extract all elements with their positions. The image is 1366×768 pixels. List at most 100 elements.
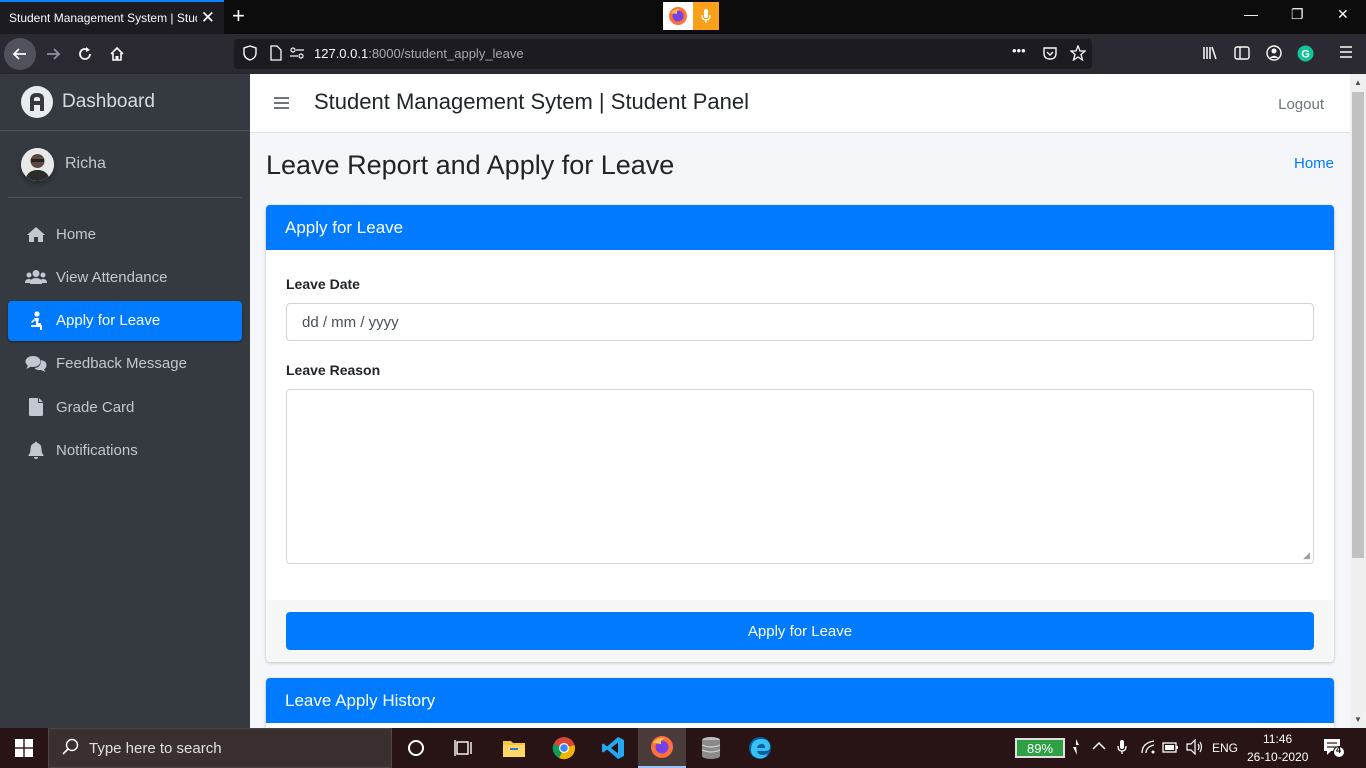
- notification-center-icon[interactable]: 4: [1323, 738, 1345, 761]
- svg-text:G: G: [1301, 49, 1310, 61]
- power-icon[interactable]: [1162, 739, 1180, 758]
- resize-grip-icon[interactable]: ◢: [1303, 550, 1310, 561]
- breadcrumb-home[interactable]: Home: [1294, 155, 1334, 172]
- reload-icon[interactable]: [69, 38, 101, 70]
- vscode-icon[interactable]: [589, 728, 637, 768]
- close-tab-icon[interactable]: ✕: [201, 8, 215, 28]
- app-menu-icon[interactable]: [1339, 45, 1353, 63]
- taskbar: Type here to search 89% ENG 11:46 26-10-…: [0, 728, 1366, 768]
- firefox-icon: [663, 2, 693, 30]
- microphone-tray-icon[interactable]: [1117, 739, 1127, 758]
- bookmark-star-icon[interactable]: [1069, 44, 1087, 64]
- chrome-icon[interactable]: [540, 728, 588, 768]
- sidebar-menu: Home View Attendance Apply for Leave Fee…: [0, 214, 250, 470]
- leave-history-card: Leave Apply History: [266, 678, 1334, 728]
- scroll-up-icon[interactable]: ▲: [1350, 74, 1366, 90]
- task-view-icon[interactable]: [440, 728, 488, 768]
- windows-start-icon[interactable]: [0, 728, 48, 768]
- notification-count: 4: [1336, 745, 1342, 755]
- url-bar[interactable]: 127.0.0.1:8000/student_apply_leave •••: [234, 39, 1092, 69]
- logout-link[interactable]: Logout: [1278, 96, 1324, 113]
- plug-icon[interactable]: [1072, 739, 1080, 758]
- permissions-icon[interactable]: [289, 45, 305, 64]
- scrollbar-thumb[interactable]: [1352, 92, 1364, 558]
- restore-icon[interactable]: ❐: [1291, 6, 1304, 23]
- leave-reason-label: Leave Reason: [286, 362, 381, 378]
- sidebar-item-home[interactable]: Home: [8, 214, 242, 254]
- leave-date-input[interactable]: dd / mm / yyyy: [286, 303, 1314, 341]
- leave-date-label: Leave Date: [286, 276, 360, 292]
- search-icon: [62, 738, 79, 758]
- library-icon[interactable]: [1202, 45, 1218, 65]
- sidebar-item-label: Feedback Message: [56, 355, 187, 373]
- file-explorer-icon[interactable]: [490, 728, 538, 768]
- url-text[interactable]: 127.0.0.1:8000/student_apply_leave: [314, 46, 524, 61]
- card-footer: Apply for Leave: [266, 600, 1334, 662]
- clock-date[interactable]: 26-10-2020: [1247, 750, 1308, 764]
- app-title: Student Management Sytem | Student Panel: [314, 89, 749, 114]
- firefox-taskbar-icon[interactable]: [638, 728, 686, 768]
- sidebar-item-notifications[interactable]: Notifications: [8, 430, 242, 470]
- forward-icon[interactable]: [37, 38, 69, 70]
- taskbar-search[interactable]: Type here to search: [48, 728, 392, 768]
- main-header: Student Management Sytem | Student Panel…: [250, 74, 1350, 133]
- home-icon[interactable]: [101, 38, 133, 70]
- menu-toggle-icon[interactable]: [274, 96, 289, 113]
- microphone-icon: [693, 2, 719, 30]
- sidebar-item-label: Home: [56, 225, 97, 243]
- chevron-up-icon[interactable]: [1092, 739, 1106, 756]
- sidebar-item-feedback-message[interactable]: Feedback Message: [8, 344, 242, 384]
- leave-history-card-title: Leave Apply History: [266, 678, 1334, 723]
- page-title: Leave Report and Apply for Leave: [266, 150, 675, 180]
- sidebar-item-label: View Attendance: [56, 268, 168, 286]
- pocket-icon[interactable]: [1042, 45, 1058, 64]
- back-icon[interactable]: [4, 38, 36, 70]
- cortana-icon[interactable]: [392, 728, 440, 768]
- battery-indicator[interactable]: 89%: [1015, 738, 1065, 758]
- sidebar-item-apply-for-leave[interactable]: Apply for Leave: [8, 300, 242, 341]
- sidebar-item-grade-card[interactable]: Grade Card: [8, 387, 242, 427]
- sidebar-item-label: Notifications: [56, 441, 138, 459]
- search-placeholder: Type here to search: [89, 739, 222, 757]
- comments-icon: [25, 354, 47, 374]
- volume-icon[interactable]: [1186, 738, 1204, 758]
- home-icon: [25, 224, 47, 244]
- sidebar: Dashboard Richa Home View Attendance App…: [0, 74, 250, 728]
- account-icon[interactable]: [1266, 45, 1282, 65]
- sidebar-toggle-icon[interactable]: [1234, 45, 1250, 65]
- minimize-icon[interactable]: —: [1244, 6, 1258, 22]
- close-window-icon[interactable]: ✕: [1337, 6, 1349, 23]
- sidebar-item-view-attendance[interactable]: View Attendance: [8, 257, 242, 297]
- grammarly-icon[interactable]: G: [1297, 45, 1314, 66]
- users-icon: [25, 267, 47, 287]
- scroll-down-icon[interactable]: ▼: [1350, 711, 1366, 727]
- wifi-icon[interactable]: [1140, 739, 1156, 758]
- browser-tab[interactable]: Student Management System | Student Pane…: [0, 0, 224, 34]
- new-tab-icon[interactable]: +: [232, 3, 245, 29]
- browser-tab-bar: Student Management System | Student Pane…: [0, 0, 1366, 34]
- more-actions-icon[interactable]: •••: [1012, 43, 1026, 58]
- sharing-indicator[interactable]: [663, 2, 719, 30]
- brand-logo-icon: [21, 86, 53, 118]
- brand-text: Dashboard: [62, 91, 155, 112]
- user-name[interactable]: Richa: [65, 155, 106, 173]
- sidebar-item-label: Grade Card: [56, 398, 135, 416]
- browser-nav-bar: 127.0.0.1:8000/student_apply_leave ••• G: [0, 34, 1366, 74]
- avatar[interactable]: [21, 147, 54, 181]
- shield-icon[interactable]: [243, 45, 257, 64]
- brand-link[interactable]: Dashboard: [0, 74, 250, 131]
- leave-reason-textarea[interactable]: ◢: [286, 389, 1314, 564]
- page-scrollbar[interactable]: ▲ ▼: [1350, 74, 1366, 728]
- file-icon: [25, 397, 47, 417]
- database-icon[interactable]: [687, 728, 735, 768]
- clock-time[interactable]: 11:46: [1263, 732, 1292, 746]
- user-panel[interactable]: Richa: [8, 131, 242, 198]
- content-area: Leave Report and Apply for Leave Home Ap…: [250, 133, 1350, 728]
- sidebar-item-label: Apply for Leave: [56, 312, 161, 330]
- tab-title: Student Management System | Student Pane…: [9, 11, 197, 25]
- page-icon[interactable]: [270, 45, 282, 64]
- apply-for-leave-button[interactable]: Apply for Leave: [286, 612, 1314, 650]
- edge-icon[interactable]: [736, 728, 784, 768]
- language-indicator[interactable]: ENG: [1212, 741, 1238, 755]
- person-icon: [25, 310, 47, 331]
